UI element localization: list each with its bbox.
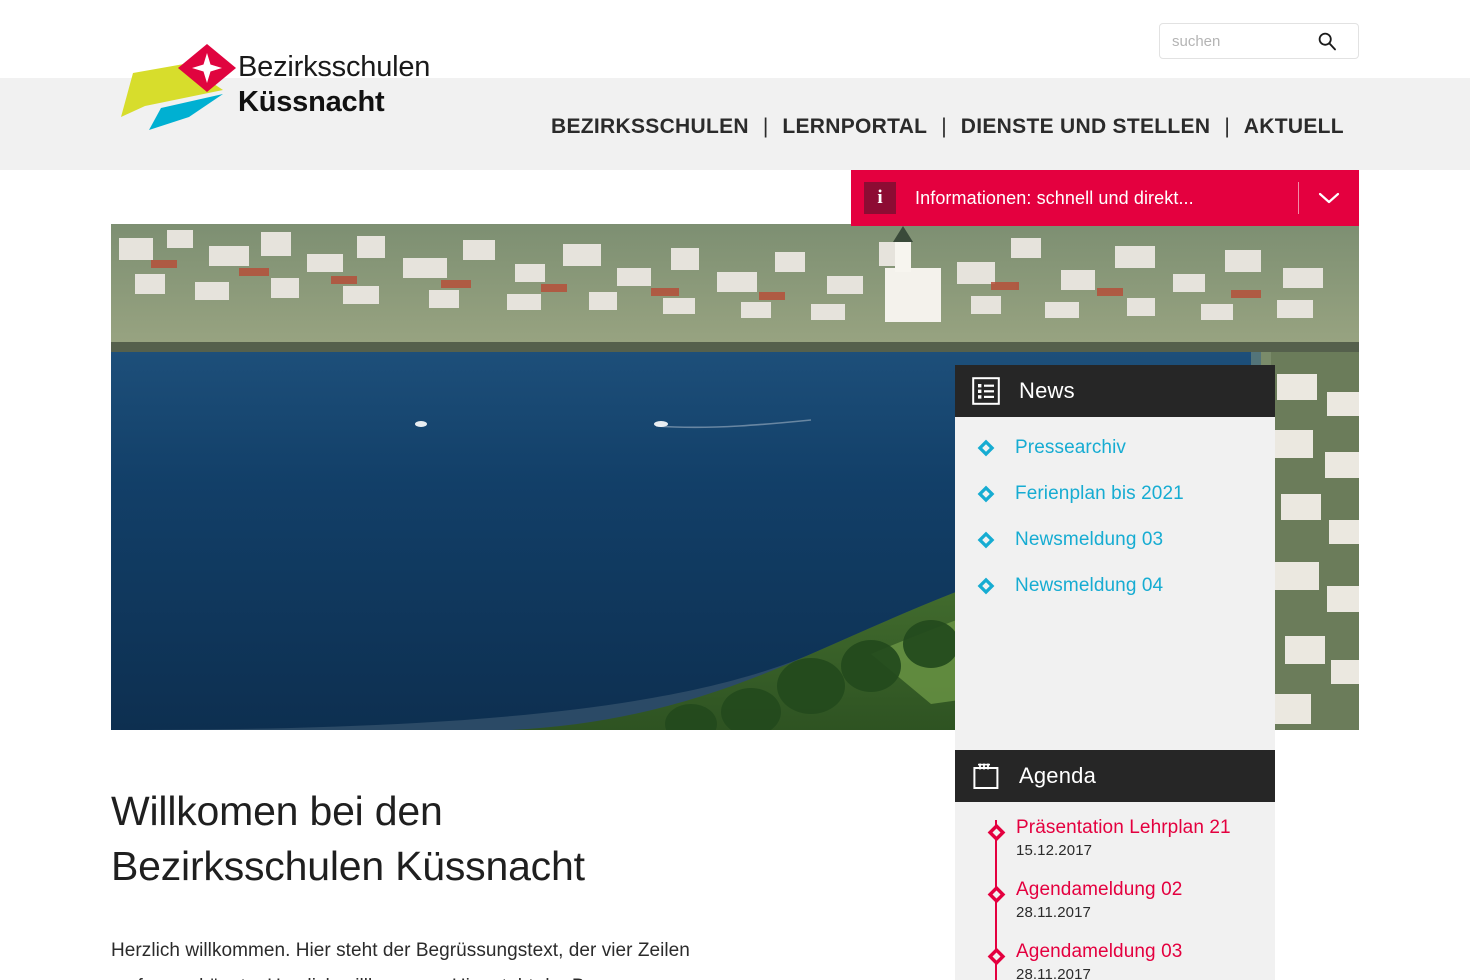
news-list: Pressearchiv Ferienplan bis 2021 Newsmel… (955, 417, 1275, 802)
nav-item-lernportal[interactable]: LERNPORTAL (782, 115, 927, 139)
info-banner[interactable]: i Informationen: schnell und direkt... (851, 170, 1359, 226)
agenda-item-title: Agendameldung 02 (1016, 879, 1183, 900)
agenda-panel-header: Agenda (955, 750, 1275, 802)
diamond-star-logo-icon (111, 44, 236, 130)
logo-wordmark: Bezirksschulen Küssnacht (238, 49, 448, 119)
nav-item-dienste-und-stellen[interactable]: DIENSTE UND STELLEN (961, 115, 1211, 139)
news-item-label: Newsmeldung 03 (1015, 529, 1164, 550)
site-logo[interactable]: Bezirksschulen Küssnacht (111, 44, 441, 130)
diamond-bullet-icon (986, 822, 1006, 842)
diamond-bullet-icon (986, 884, 1006, 904)
info-banner-text: Informationen: schnell und direkt... (915, 187, 1194, 208)
calendar-icon (971, 761, 1001, 791)
agenda-item-date: 15.12.2017 (1016, 842, 1093, 859)
intro-paragraph: Herzlich willkommen. Hier steht der Begr… (111, 940, 690, 980)
nav-item-bezirksschulen[interactable]: BEZIRKSSCHULEN (551, 115, 749, 139)
news-item-ferienplan[interactable]: Ferienplan bis 2021 (955, 471, 1275, 517)
chevron-down-icon[interactable] (1313, 184, 1345, 212)
news-item-pressearchiv[interactable]: Pressearchiv (955, 425, 1275, 471)
agenda-item-agendameldung-03[interactable]: Agendameldung 03 28.11.2017 (955, 940, 1275, 980)
list-icon (971, 376, 1001, 406)
page-title-line-2: Bezirksschulen Küssnacht (111, 843, 585, 889)
news-item-label: Ferienplan bis 2021 (1015, 483, 1184, 504)
main-content: Willkomen bei den Bezirksschulen Küssnac… (111, 784, 811, 980)
nav-separator: | (941, 115, 947, 138)
main-navigation: BEZIRKSSCHULEN | LERNPORTAL | DIENSTE UN… (551, 110, 1344, 144)
page-title: Willkomen bei den Bezirksschulen Küssnac… (111, 784, 811, 894)
news-item-label: Newsmeldung 04 (1015, 575, 1164, 596)
agenda-panel: Agenda Präsentation Lehrplan 21 15.12.20… (955, 750, 1275, 980)
agenda-item-title: Präsentation Lehrplan 21 (1016, 817, 1231, 838)
page-title-line-1: Willkomen bei den (111, 788, 443, 834)
page-root: Bezirksschulen Küssnacht BEZIRKSSCHULEN … (0, 0, 1470, 980)
agenda-list: Präsentation Lehrplan 21 15.12.2017 Agen… (955, 802, 1275, 980)
agenda-item-date: 28.11.2017 (1016, 966, 1091, 980)
news-item-newsmeldung-04[interactable]: Newsmeldung 04 (955, 563, 1275, 609)
diamond-bullet-icon (976, 438, 996, 458)
agenda-item-title: Agendameldung 03 (1016, 941, 1183, 962)
nav-separator: | (762, 115, 769, 138)
search-input[interactable] (1160, 24, 1310, 58)
logo-line-2: Küssnacht (238, 86, 385, 118)
info-icon: i (864, 182, 896, 214)
nav-item-aktuell[interactable]: AKTUELL (1244, 115, 1344, 139)
nav-separator: | (1224, 115, 1230, 138)
agenda-item-praesentation-lehrplan-21[interactable]: Präsentation Lehrplan 21 15.12.2017 (955, 816, 1275, 878)
agenda-item-date: 28.11.2017 (1016, 904, 1091, 921)
search-icon[interactable] (1310, 24, 1344, 58)
agenda-item-agendameldung-02[interactable]: Agendameldung 02 28.11.2017 (955, 878, 1275, 940)
news-panel: News Pressearchiv Ferienplan bis 2021 Ne… (955, 365, 1275, 802)
news-panel-header: News (955, 365, 1275, 417)
news-item-label: Pressearchiv (1015, 437, 1127, 458)
agenda-panel-title: Agenda (1019, 763, 1097, 788)
info-banner-divider (1298, 182, 1299, 214)
diamond-bullet-icon (986, 946, 1006, 966)
logo-line-1: Bezirksschulen (238, 51, 431, 83)
search-box[interactable] (1159, 23, 1359, 59)
diamond-bullet-icon (976, 484, 996, 504)
diamond-bullet-icon (976, 530, 996, 550)
diamond-bullet-icon (976, 576, 996, 596)
news-item-newsmeldung-03[interactable]: Newsmeldung 03 (955, 517, 1275, 563)
news-panel-title: News (1019, 378, 1075, 403)
